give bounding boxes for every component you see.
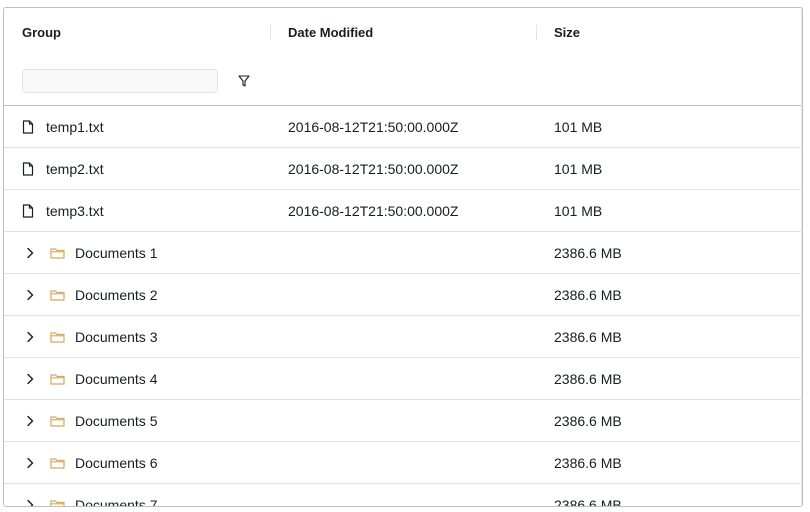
folder-icon [50,331,65,343]
chevron-right-icon[interactable] [24,415,36,427]
floating-filter-row [4,57,802,106]
cell-size[interactable]: 101 MB [554,106,602,147]
cell-size[interactable]: 2386.6 MB [554,274,622,315]
chevron-right-icon[interactable] [24,289,36,301]
chevron-right-icon[interactable] [24,247,36,259]
table-row-folder[interactable]: Documents 2 2386.6 MB [4,274,802,316]
table-row-folder[interactable]: Documents 6 2386.6 MB [4,442,802,484]
folder-icon [50,373,65,385]
column-header-label: Date Modified [288,25,374,40]
table-row-folder[interactable]: Documents 3 2386.6 MB [4,316,802,358]
group-filter-input[interactable] [22,69,218,93]
cell-group[interactable]: temp1.txt [22,106,104,147]
folder-icon [50,247,65,259]
group-name: Documents 1 [75,244,158,261]
column-header-label: Size [554,25,581,40]
column-header-size[interactable]: Size [554,8,580,57]
cell-size[interactable]: 2386.6 MB [554,316,622,357]
file-icon [22,119,34,134]
group-name: Documents 4 [75,370,158,387]
folder-icon [50,289,65,301]
cell-size[interactable]: 101 MB [554,190,602,231]
group-name: temp1.txt [46,118,104,135]
cell-size[interactable]: 2386.6 MB [554,358,622,399]
file-icon [22,161,34,176]
cell-group[interactable]: Documents 2 [24,274,157,315]
group-name: Documents 5 [75,412,158,429]
cell-date-modified[interactable]: 2016-08-12T21:50:00.000Z [288,148,458,189]
column-resize-handle[interactable] [270,25,271,40]
data-grid: Group Date Modified Size temp1.txt 2016-0… [3,7,803,507]
cell-group[interactable]: Documents 1 [24,232,157,273]
filter-icon[interactable] [238,74,250,88]
column-header-label: Group [22,25,61,40]
chevron-right-icon[interactable] [24,499,36,506]
table-row-folder[interactable]: Documents 5 2386.6 MB [4,400,802,442]
table-row-file[interactable]: temp3.txt 2016-08-12T21:50:00.000Z 101 MB [4,190,802,232]
table-row-folder[interactable]: Documents 4 2386.6 MB [4,358,802,400]
grid-header: Group Date Modified Size [4,8,802,58]
group-name: Documents 7 [75,496,158,507]
group-name: Documents 2 [75,286,158,303]
cell-group[interactable]: temp3.txt [22,190,104,231]
table-row-file[interactable]: temp1.txt 2016-08-12T21:50:00.000Z 101 MB [4,106,802,148]
cell-size[interactable]: 2386.6 MB [554,484,622,507]
folder-icon [50,499,65,506]
group-name: Documents 3 [75,328,158,345]
group-name: temp2.txt [46,160,104,177]
chevron-right-icon[interactable] [24,457,36,469]
file-icon [22,203,34,218]
cell-size[interactable]: 2386.6 MB [554,232,622,273]
grid-body: temp1.txt 2016-08-12T21:50:00.000Z 101 MB t… [4,106,802,506]
chevron-right-icon[interactable] [24,373,36,385]
folder-icon [50,415,65,427]
column-resize-handle[interactable] [536,25,537,40]
cell-group[interactable]: Documents 6 [24,442,157,483]
group-name: Documents 6 [75,454,158,471]
column-header-date-modified[interactable]: Date Modified [288,8,373,57]
cell-size[interactable]: 2386.6 MB [554,400,622,441]
group-name: temp3.txt [46,202,104,219]
cell-group[interactable]: temp2.txt [22,148,104,189]
table-row-file[interactable]: temp2.txt 2016-08-12T21:50:00.000Z 101 MB [4,148,802,190]
cell-date-modified[interactable]: 2016-08-12T21:50:00.000Z [288,106,458,147]
table-row-folder[interactable]: Documents 7 2386.6 MB [4,484,802,507]
cell-date-modified[interactable]: 2016-08-12T21:50:00.000Z [288,190,458,231]
chevron-right-icon[interactable] [24,331,36,343]
table-row-folder[interactable]: Documents 1 2386.6 MB [4,232,802,274]
cell-group[interactable]: Documents 5 [24,400,157,441]
cell-group[interactable]: Documents 7 [24,484,158,507]
vertical-scrollbar[interactable] [801,8,802,506]
column-header-group[interactable]: Group [22,8,61,57]
cell-group[interactable]: Documents 3 [24,316,157,357]
cell-size[interactable]: 101 MB [554,148,602,189]
cell-group[interactable]: Documents 4 [24,358,157,399]
cell-size[interactable]: 2386.6 MB [554,442,622,483]
folder-icon [50,457,65,469]
